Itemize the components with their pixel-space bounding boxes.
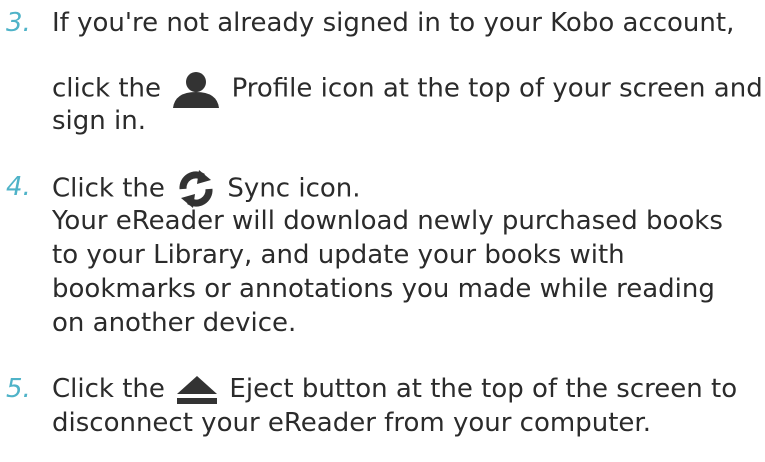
profile-icon (171, 70, 221, 108)
sync-icon (175, 170, 217, 208)
step-text: Profile icon at the top of your screen a… (231, 73, 763, 104)
step-text: Click the (52, 374, 165, 404)
step-text: click the (52, 73, 162, 104)
step-text: Click the (52, 173, 165, 204)
step-number: 4. (6, 172, 31, 202)
step-number: 3. (6, 8, 31, 38)
step-text-line-with-icon: Click the Sync icon. (52, 170, 361, 208)
step-text-line: sign in. (52, 106, 146, 136)
step-text-line: disconnect your eReader from your comput… (52, 408, 651, 438)
step-text-line: bookmarks or annotations you made while … (52, 274, 715, 304)
step-text-line-with-icon: click the Profile icon at the top of you… (52, 70, 763, 108)
step-number: 5. (6, 374, 31, 404)
step-text: Sync icon. (227, 173, 361, 204)
step-text-line-with-icon: Click the Eject button at the top of the… (52, 372, 737, 406)
step-text-line: If you're not already signed in to your … (52, 8, 735, 38)
step-text: Eject button at the top of the screen to (229, 374, 738, 404)
step-text-line: to your Library, and update your books w… (52, 240, 625, 270)
eject-icon (175, 375, 219, 404)
step-text-line: on another device. (52, 308, 297, 338)
step-text-line: Your eReader will download newly purchas… (52, 206, 723, 236)
